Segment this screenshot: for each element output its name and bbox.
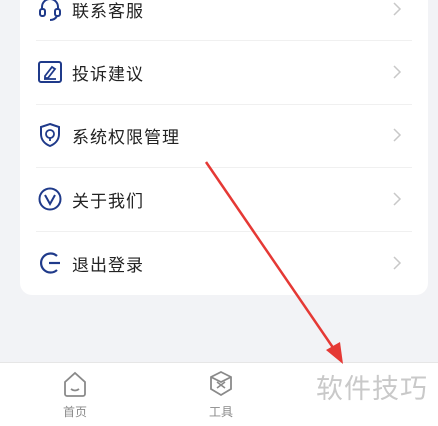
chevron-right-icon [393,192,402,206]
watermark: 软件技巧 [306,364,438,408]
menu-item-permissions[interactable]: 系统权限管理 [20,110,428,160]
logout-icon [36,249,64,277]
chevron-right-icon [393,256,402,270]
menu-item-label: 退出登录 [72,255,144,276]
shield-icon [36,121,64,149]
tab-tools[interactable]: 工具 [186,363,256,426]
menu-item-label: 关于我们 [72,191,144,212]
menu-item-label: 系统权限管理 [72,127,180,148]
chevron-right-icon [393,65,402,79]
complaint-icon [36,58,64,86]
menu-item-logout[interactable]: 退出登录 [20,238,428,288]
tab-home[interactable]: 首页 [40,363,110,426]
menu-item-feedback[interactable]: 投诉建议 [20,47,428,97]
divider [36,231,412,232]
divider [36,40,412,41]
menu-item-label: 投诉建议 [72,64,144,85]
tab-label: 首页 [62,405,87,419]
divider [36,104,412,105]
menu-item-label: 联系客服 [72,1,144,22]
headset-icon [36,0,64,23]
info-circle-icon [36,185,64,213]
home-icon [64,371,86,397]
tools-cube-icon [210,370,232,397]
chevron-right-icon [393,2,402,16]
chevron-right-icon [393,128,402,142]
menu-item-contact-support[interactable]: 联系客服 [20,0,428,34]
divider [36,167,412,168]
tab-label: 工具 [208,405,233,419]
menu-item-about[interactable]: 关于我们 [20,174,428,224]
